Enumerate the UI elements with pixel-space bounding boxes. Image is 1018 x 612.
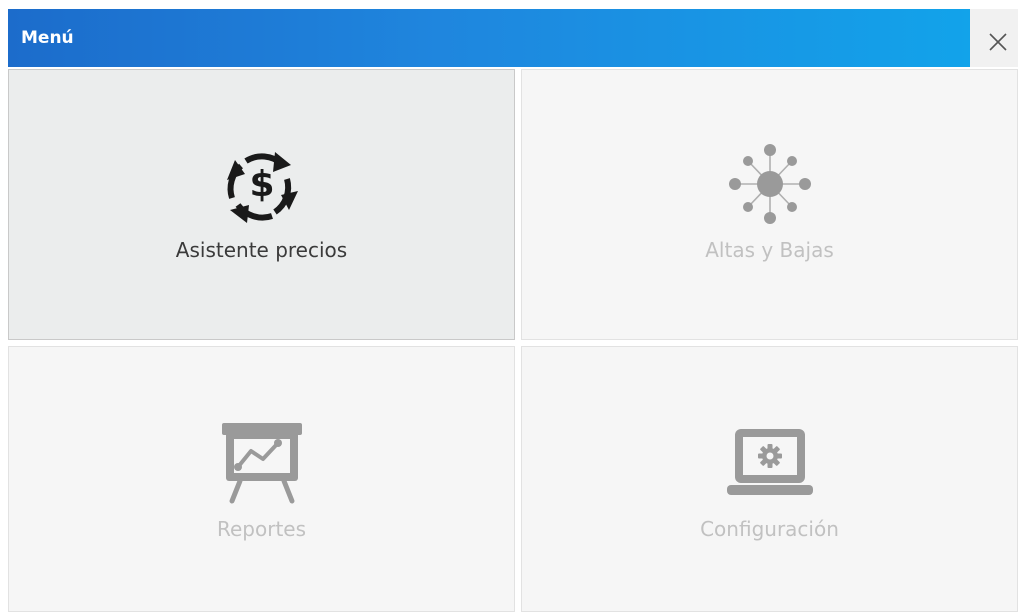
- window-title: Menú: [21, 28, 74, 48]
- titlebar: Menú: [8, 9, 970, 67]
- tile-asistente-precios[interactable]: $ Asistente precios: [8, 69, 515, 340]
- tile-label: Asistente precios: [175, 238, 348, 262]
- tile-label: Reportes: [216, 517, 307, 541]
- presentation-chart-icon: [221, 423, 302, 504]
- close-icon: [989, 33, 1007, 51]
- tile-configuracion[interactable]: Configuración: [521, 346, 1018, 612]
- laptop-gear-icon: [726, 429, 813, 495]
- close-button[interactable]: [970, 9, 1018, 67]
- tile-label: Altas y Bajas: [705, 238, 834, 262]
- tile-reportes[interactable]: Reportes: [8, 346, 515, 612]
- dollar-cycle-icon: $: [226, 152, 298, 223]
- svg-text:$: $: [249, 164, 274, 205]
- network-hub-icon: [728, 144, 811, 224]
- tile-label: Configuración: [700, 517, 839, 541]
- tile-altas-y-bajas[interactable]: Altas y Bajas: [521, 69, 1018, 340]
- menu-window: Menú $ Asistente precios Altas y Bajas R…: [0, 0, 1018, 612]
